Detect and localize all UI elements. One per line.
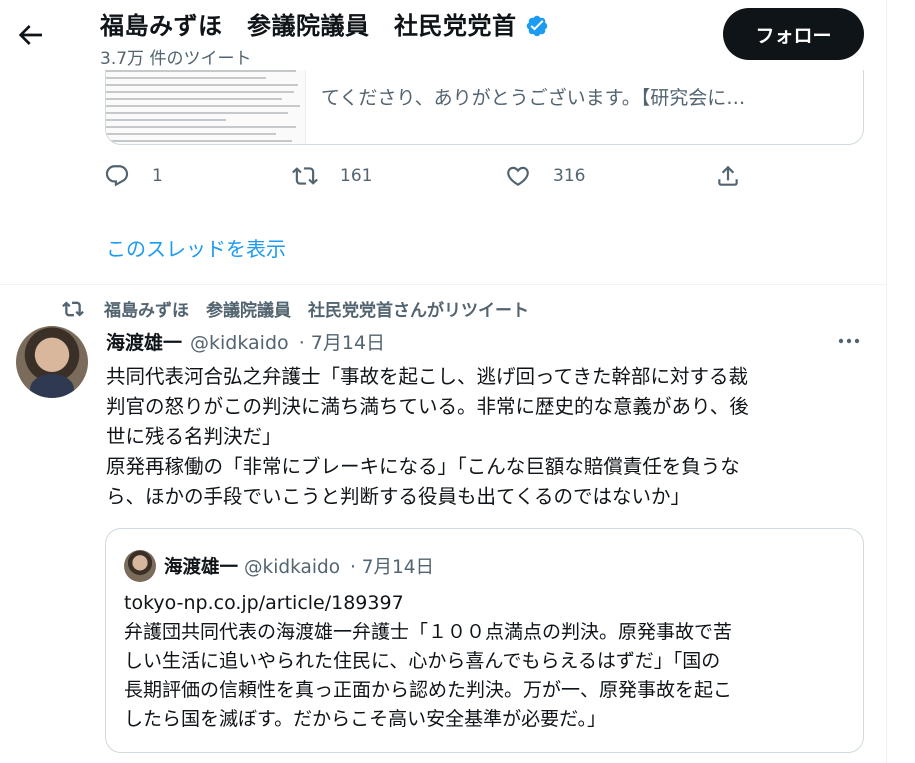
- retweet-icon: [292, 167, 318, 185]
- quote-text-line: しい生活に追いやられた住民に、心から喜んでもらえるはずだ」「国の: [124, 650, 721, 672]
- tweet-date[interactable]: · 7月14日: [299, 332, 385, 354]
- like-count: 316: [553, 166, 586, 186]
- tweet-actions: 1 161 316: [0, 163, 886, 197]
- tweet-text-line: ら、ほかの手段でいこうと判断する役員も出てくるのではないか」: [106, 485, 691, 508]
- quote-text: tokyo-np.co.jp/article/189397 弁護団共同代表の海渡…: [124, 589, 859, 734]
- author-name[interactable]: 海渡雄一: [106, 332, 182, 354]
- share-icon: [718, 165, 738, 186]
- quote-text-line: 長期評価の信頼性を真っ正面から認めた判決。万が一、原発事故を起こ: [124, 679, 733, 701]
- tweet-text-line: 世に残る名判決だ」: [106, 425, 282, 448]
- column-border: [886, 0, 887, 763]
- quote-text-line: 弁護団共同代表の海渡雄一弁護士「１００点満点の判決。原発事故で苦: [124, 621, 733, 643]
- quote-author-handle: @kidkaido: [244, 557, 341, 578]
- more-icon[interactable]: [836, 330, 862, 352]
- follow-button[interactable]: フォロー: [723, 8, 864, 60]
- tweet-text-line: 共同代表河合弘之弁護士「事故を起こし、逃げ回ってきた幹部に対する裁: [106, 365, 748, 388]
- tweet-text: 共同代表河合弘之弁護士「事故を起こし、逃げ回ってきた幹部に対する裁 判官の怒りが…: [106, 362, 866, 512]
- reply-icon: [105, 165, 129, 187]
- heart-icon: [507, 166, 529, 186]
- quote-text-line: したら国を滅ぼす。だからこそ高い安全基準が必要だ。」: [124, 708, 607, 730]
- retweet-button[interactable]: 161: [292, 163, 372, 189]
- show-thread-link[interactable]: このスレッドを表示: [106, 233, 286, 262]
- quote-author-line: 海渡雄一 @kidkaido · 7月14日: [164, 553, 434, 579]
- quote-date: · 7月14日: [349, 557, 435, 578]
- avatar: [124, 550, 156, 582]
- quote-link: tokyo-np.co.jp/article/189397: [124, 592, 404, 614]
- tweet-count: 3.7万 件のツイート: [100, 49, 252, 69]
- arrow-left-icon[interactable]: [14, 19, 46, 51]
- tweet-text-line: 原発再稼働の「非常にブレーキになる」「こんな巨額な賠償責任を負うな: [106, 455, 740, 478]
- tweet-author-line: 海渡雄一 @kidkaido · 7月14日: [106, 328, 385, 355]
- reply-button[interactable]: 1: [104, 163, 163, 189]
- tweet-text-line: 判官の怒りがこの判決に満ち満ちている。非常に歴史的な意義があり、後: [106, 395, 749, 418]
- retweeted-by-label: 福島みずほ 参議院議員 社民党党首さんがリツイート: [104, 301, 529, 321]
- quote-tweet[interactable]: 海渡雄一 @kidkaido · 7月14日 tokyo-np.co.jp/art…: [105, 528, 864, 753]
- profile-name: 福島みずほ 参議院議員 社民党党首: [100, 12, 517, 40]
- verified-badge-icon: [526, 15, 547, 37]
- reply-count: 1: [152, 166, 163, 186]
- retweet-context[interactable]: 福島みずほ 参議院議員 社民党党首さんがリツイート: [62, 296, 529, 321]
- like-button[interactable]: 316: [505, 163, 585, 189]
- page-title: 福島みずほ 参議院議員 社民党党首: [100, 6, 549, 41]
- author-handle[interactable]: @kidkaido: [190, 332, 289, 354]
- card-text: てくださり、ありがとうございます。【研究会に…: [321, 87, 746, 109]
- avatar[interactable]: [16, 326, 88, 398]
- retweet-icon: [62, 300, 84, 317]
- retweet-count: 161: [340, 166, 373, 186]
- quote-author-name: 海渡雄一: [164, 557, 239, 578]
- profile-header: 福島みずほ 参議院議員 社民党党首 3.7万 件のツイート フォロー: [0, 0, 886, 70]
- tweet-divider: [0, 284, 886, 285]
- share-button[interactable]: [715, 163, 741, 189]
